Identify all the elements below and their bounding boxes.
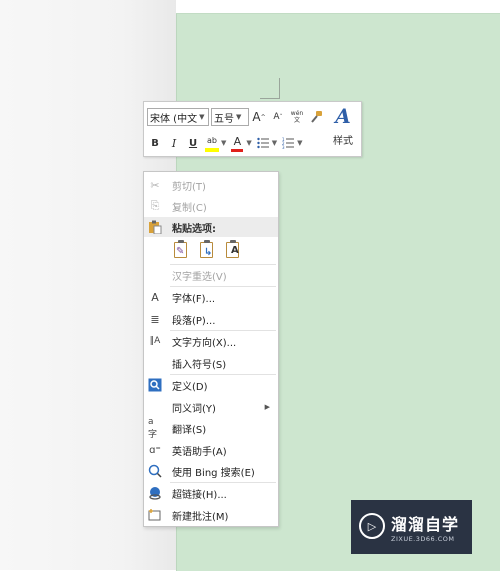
- numbering-button[interactable]: 1 2 3: [280, 134, 296, 152]
- scissors-icon: ✂: [150, 178, 160, 192]
- bold-button[interactable]: B: [147, 134, 163, 152]
- bing-search-icon: [148, 464, 162, 478]
- translate-icon: a字: [148, 416, 158, 440]
- bullet-list-icon: [257, 137, 269, 149]
- menu-item-label: 翻译(S): [172, 424, 207, 436]
- text-direction-icon: ‖A: [149, 336, 161, 346]
- chevron-down-icon[interactable]: ▼: [272, 139, 277, 147]
- font-color-button[interactable]: A: [229, 134, 245, 152]
- menu-item-new-comment[interactable]: 新建批注(M): [144, 505, 278, 525]
- highlight-icon: ab: [207, 135, 217, 145]
- menu-item-translate[interactable]: a字 翻译(S): [144, 416, 278, 440]
- menu-item-label: 复制(C): [172, 202, 207, 214]
- chevron-down-icon: ▼: [199, 113, 205, 121]
- highlight-button[interactable]: ab: [204, 134, 220, 152]
- new-comment-icon: [148, 508, 162, 522]
- keep-source-formatting-icon[interactable]: ✎: [172, 239, 190, 259]
- styles-label: 样式: [333, 136, 353, 147]
- menu-item-label: 使用 Bing 搜索(E): [172, 467, 255, 479]
- menu-item-font[interactable]: A 字体(F)...: [144, 287, 278, 307]
- menu-item-copy[interactable]: ⎘ 复制(C): [144, 196, 278, 216]
- menu-item-label: 同义词(Y): [172, 403, 216, 415]
- menu-item-label: 粘贴选项:: [172, 223, 216, 235]
- font-icon: A: [151, 290, 159, 304]
- chevron-down-icon[interactable]: ▼: [297, 139, 302, 147]
- menu-item-label: 剪切(T): [172, 181, 206, 193]
- styles-icon: A: [335, 104, 351, 128]
- phonetic-guide-icon: wén 文: [290, 110, 304, 124]
- merge-formatting-icon[interactable]: ↳: [198, 239, 216, 259]
- format-painter-button[interactable]: [308, 108, 324, 126]
- italic-button[interactable]: I: [166, 134, 182, 152]
- numbered-list-icon: 1 2 3: [282, 137, 295, 149]
- mini-toolbar-row-1: 宋体 (中文 ▼ 五号 ▼ A ^ Aˇ wén 文: [147, 106, 327, 128]
- menu-item-label: 汉字重选(V): [172, 271, 227, 283]
- menu-item-label: 英语助手(A): [172, 446, 227, 458]
- font-color-icon: A: [233, 134, 242, 148]
- highlight-color-bar: [205, 148, 219, 152]
- chevron-down-icon[interactable]: ▼: [221, 139, 226, 147]
- menu-item-define[interactable]: 定义(D): [144, 375, 278, 395]
- watermark-subtitle: ZIXUE.3D66.COM: [391, 535, 455, 543]
- menu-item-label: 段落(P)...: [172, 315, 216, 327]
- menu-item-label: 超链接(H)...: [172, 489, 227, 501]
- font-color-bar: [231, 149, 244, 152]
- menu-item-bing-search[interactable]: 使用 Bing 搜索(E): [144, 461, 278, 481]
- font-size-combo[interactable]: 五号 ▼: [211, 108, 249, 126]
- menu-item-label: 新建批注(M): [172, 511, 229, 523]
- format-painter-icon: [311, 111, 322, 123]
- underline-button[interactable]: U: [185, 134, 201, 152]
- font-size-value: 五号: [214, 113, 234, 125]
- svg-text:3: 3: [282, 145, 285, 149]
- menu-item-paragraph[interactable]: ≣ 段落(P)...: [144, 309, 278, 329]
- margin-corner-mark: [260, 98, 280, 99]
- chevron-down-icon[interactable]: ▼: [246, 139, 251, 147]
- menu-item-label: 定义(D): [172, 381, 208, 393]
- mini-toolbar: 宋体 (中文 ▼ 五号 ▼ A ^ Aˇ wén 文 B I U ab ▼ A …: [143, 101, 362, 157]
- menu-item-synonyms[interactable]: 同义词(Y) ▶: [144, 397, 278, 417]
- font-name-value: 宋体 (中文: [150, 113, 198, 125]
- menu-item-insert-symbol[interactable]: 插入符号(S): [144, 353, 278, 373]
- menu-item-cut[interactable]: ✂ 剪切(T): [144, 175, 278, 195]
- paste-options-row: ✎ ↳ A: [172, 239, 250, 263]
- menu-item-label: 字体(F)...: [172, 293, 216, 305]
- keep-text-only-icon[interactable]: A: [224, 239, 242, 259]
- context-menu: ✂ 剪切(T) ⎘ 复制(C) 粘贴选项: ✎ ↳ A 汉字重选(V) A 字体…: [143, 171, 279, 527]
- chevron-down-icon: ▼: [236, 113, 242, 121]
- play-icon: ▷: [359, 513, 385, 539]
- paragraph-icon: ≣: [150, 312, 160, 326]
- grow-font-icon: A: [252, 110, 261, 124]
- grow-font-button[interactable]: A ^: [251, 108, 267, 126]
- define-icon: [148, 378, 162, 392]
- english-assistant-icon: ɑ⁼: [149, 444, 161, 456]
- mini-toolbar-row-2: B I U ab ▼ A ▼ ▼ 1 2 3 ▼: [147, 132, 306, 154]
- paste-icon: [148, 220, 162, 234]
- styles-button[interactable]: A 样式: [327, 104, 359, 154]
- hyperlink-icon: [148, 486, 162, 500]
- menu-header-paste-options: 粘贴选项:: [144, 217, 278, 237]
- watermark-logo: ▷ 溜溜自学 ZIXUE.3D66.COM: [351, 500, 472, 554]
- copy-icon: ⎘: [150, 199, 160, 212]
- font-name-combo[interactable]: 宋体 (中文 ▼: [147, 108, 209, 126]
- bullets-button[interactable]: [255, 134, 271, 152]
- menu-item-english-assistant[interactable]: ɑ⁼ 英语助手(A): [144, 440, 278, 460]
- watermark-title: 溜溜自学: [391, 515, 460, 534]
- menu-item-label: 文字方向(X)...: [172, 337, 237, 349]
- menu-item-reconversion[interactable]: 汉字重选(V): [144, 265, 278, 285]
- menu-item-text-direction[interactable]: ‖A 文字方向(X)...: [144, 331, 278, 351]
- menu-item-hyperlink[interactable]: 超链接(H)...: [144, 483, 278, 503]
- shrink-font-button[interactable]: Aˇ: [270, 108, 286, 126]
- margin-corner-mark: [279, 78, 280, 98]
- submenu-arrow-icon: ▶: [264, 403, 270, 411]
- phonetic-guide-button[interactable]: wén 文: [289, 108, 305, 126]
- menu-item-label: 插入符号(S): [172, 359, 227, 371]
